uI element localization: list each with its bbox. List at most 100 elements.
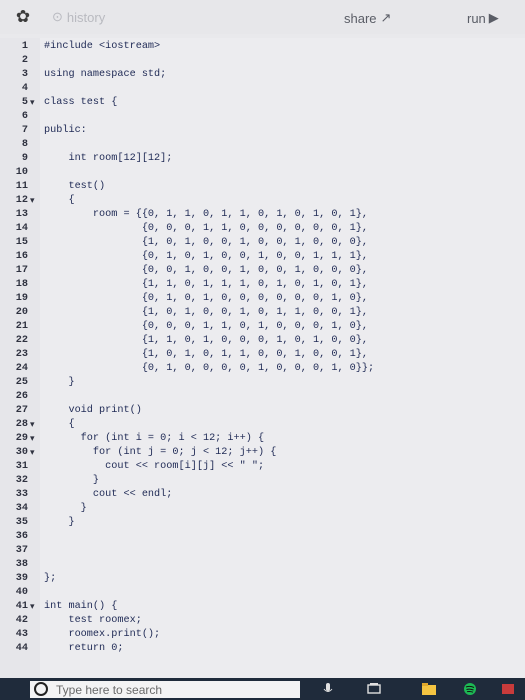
code-line[interactable]: 39}; <box>0 572 525 586</box>
line-number: 43 <box>15 629 28 640</box>
code-text: {1, 0, 1, 0, 1, 1, 0, 0, 1, 0, 0, 1}, <box>44 349 369 360</box>
code-line[interactable]: 8 <box>0 138 525 152</box>
fold-toggle-icon[interactable]: ▾ <box>30 418 38 432</box>
code-line[interactable]: 25 } <box>0 376 525 390</box>
code-text: return 0; <box>44 643 124 654</box>
code-line[interactable]: 21 {0, 0, 0, 1, 1, 0, 1, 0, 0, 0, 1, 0}, <box>0 320 525 334</box>
code-line[interactable]: 14 {0, 0, 0, 1, 1, 0, 0, 0, 0, 0, 0, 1}, <box>0 222 525 236</box>
code-line[interactable]: 32 } <box>0 474 525 488</box>
line-number: 8 <box>21 139 28 150</box>
code-line[interactable]: 38 <box>0 558 525 572</box>
code-text: #include <iostream> <box>44 41 161 52</box>
line-number: 27 <box>15 405 28 416</box>
fold-toggle-icon[interactable]: ▾ <box>30 96 38 110</box>
code-text: {0, 1, 0, 1, 0, 0, 1, 0, 0, 1, 1, 1}, <box>44 251 369 262</box>
code-line[interactable]: 20 {1, 0, 1, 0, 0, 1, 0, 1, 1, 0, 0, 1}, <box>0 306 525 320</box>
line-number: 5 <box>21 97 28 108</box>
code-text: void print() <box>44 405 142 416</box>
code-line[interactable]: 26 <box>0 390 525 404</box>
code-line[interactable]: 12 ▾ { <box>0 194 525 208</box>
fold-toggle-icon[interactable]: ▾ <box>30 194 38 208</box>
code-line[interactable]: 13 room = {{0, 1, 1, 0, 1, 1, 0, 1, 0, 1… <box>0 208 525 222</box>
file-explorer-icon[interactable] <box>421 682 437 696</box>
code-line[interactable]: 34 } <box>0 502 525 516</box>
code-line[interactable]: 24 {0, 1, 0, 0, 0, 0, 1, 0, 0, 0, 1, 0}}… <box>0 362 525 376</box>
code-line[interactable]: 6 <box>0 110 525 124</box>
line-number: 6 <box>21 111 28 122</box>
share-label: share <box>344 10 377 26</box>
line-number: 40 <box>15 587 28 598</box>
microphone-icon[interactable] <box>320 682 336 696</box>
line-number: 1 <box>21 41 28 52</box>
code-line[interactable]: 3 using namespace std; <box>0 68 525 82</box>
code-line[interactable]: 31 cout << room[i][j] << " "; <box>0 460 525 474</box>
line-number: 39 <box>15 573 28 584</box>
code-line[interactable]: 35 } <box>0 516 525 530</box>
gear-icon[interactable]: ✿ <box>14 8 32 26</box>
line-number: 26 <box>15 391 28 402</box>
code-line[interactable]: 17 {0, 0, 1, 0, 0, 1, 0, 0, 1, 0, 0, 0}, <box>0 264 525 278</box>
code-line[interactable]: 11 test() <box>0 180 525 194</box>
code-text: }; <box>44 573 57 584</box>
code-line[interactable]: 28 ▾ { <box>0 418 525 432</box>
code-line[interactable]: 15 {1, 0, 1, 0, 0, 1, 0, 0, 1, 0, 0, 0}, <box>0 236 525 250</box>
code-line[interactable]: 5 ▾ class test { <box>0 96 525 110</box>
line-number: 9 <box>21 153 28 164</box>
code-text: {0, 1, 0, 1, 0, 0, 0, 0, 0, 0, 1, 0}, <box>44 293 369 304</box>
code-text: } <box>44 517 75 528</box>
code-line[interactable]: 9 int room[12][12]; <box>0 152 525 166</box>
line-number: 7 <box>21 125 28 136</box>
code-line[interactable]: 29 ▾ for (int i = 0; i < 12; i++) { <box>0 432 525 446</box>
line-number: 38 <box>15 559 28 570</box>
line-number: 12 <box>15 195 28 206</box>
code-line[interactable]: 30 ▾ for (int j = 0; j < 12; j++) { <box>0 446 525 460</box>
code-editor[interactable]: 1 #include <iostream> 2 3 using namespace st… <box>0 38 525 678</box>
code-line[interactable]: 36 <box>0 530 525 544</box>
code-text: {1, 0, 1, 0, 0, 1, 0, 1, 1, 0, 0, 1}, <box>44 307 369 318</box>
run-label: run <box>467 10 486 26</box>
code-text: for (int i = 0; i < 12; i++) { <box>44 433 265 444</box>
line-number: 2 <box>21 55 28 66</box>
code-line[interactable]: 42 test roomex; <box>0 614 525 628</box>
code-line[interactable]: 2 <box>0 54 525 68</box>
code-line[interactable]: 7 public: <box>0 124 525 138</box>
code-line[interactable]: 4 <box>0 82 525 96</box>
code-text: } <box>44 475 100 486</box>
taskbar-search-input[interactable]: Type here to search <box>30 681 300 698</box>
code-line[interactable]: 16 {0, 1, 0, 1, 0, 0, 1, 0, 0, 1, 1, 1}, <box>0 250 525 264</box>
code-text: test roomex; <box>44 615 142 626</box>
code-line[interactable]: 44 return 0; <box>0 642 525 656</box>
line-number: 20 <box>15 307 28 318</box>
code-line[interactable]: 43 roomex.print(); <box>0 628 525 642</box>
line-number: 29 <box>15 433 28 444</box>
history-button[interactable]: ⊙ history <box>52 9 105 25</box>
line-number: 3 <box>21 69 28 80</box>
code-line[interactable]: 19 {0, 1, 0, 1, 0, 0, 0, 0, 0, 0, 1, 0}, <box>0 292 525 306</box>
code-line[interactable]: 37 <box>0 544 525 558</box>
code-text: roomex.print(); <box>44 629 161 640</box>
code-line[interactable]: 40 <box>0 586 525 600</box>
code-text: using namespace std; <box>44 69 167 80</box>
code-line[interactable]: 22 {1, 1, 0, 1, 0, 0, 0, 1, 0, 1, 0, 0}, <box>0 334 525 348</box>
line-number: 24 <box>15 363 28 374</box>
code-line[interactable]: 10 <box>0 166 525 180</box>
app-icon[interactable] <box>500 682 516 696</box>
code-line[interactable]: 23 {1, 0, 1, 0, 1, 1, 0, 0, 1, 0, 0, 1}, <box>0 348 525 362</box>
share-button[interactable]: share ↗ <box>344 10 391 26</box>
spotify-icon[interactable] <box>462 682 478 696</box>
play-icon: ▶ <box>488 10 499 25</box>
fold-toggle-icon[interactable]: ▾ <box>30 600 38 614</box>
code-line[interactable]: 27 void print() <box>0 404 525 418</box>
code-line[interactable]: 33 cout << endl; <box>0 488 525 502</box>
fold-toggle-icon[interactable]: ▾ <box>30 432 38 446</box>
run-button[interactable]: run ▶ <box>467 10 499 26</box>
line-number: 19 <box>15 293 28 304</box>
windows-taskbar: Type here to search <box>0 678 525 700</box>
code-text: class test { <box>44 97 118 108</box>
cortana-icon[interactable] <box>34 682 48 696</box>
code-line[interactable]: 1 #include <iostream> <box>0 40 525 54</box>
code-line[interactable]: 41 ▾ int main() { <box>0 600 525 614</box>
task-view-icon[interactable] <box>366 682 382 696</box>
code-line[interactable]: 18 {1, 1, 0, 1, 1, 1, 0, 1, 0, 1, 0, 1}, <box>0 278 525 292</box>
fold-toggle-icon[interactable]: ▾ <box>30 446 38 460</box>
